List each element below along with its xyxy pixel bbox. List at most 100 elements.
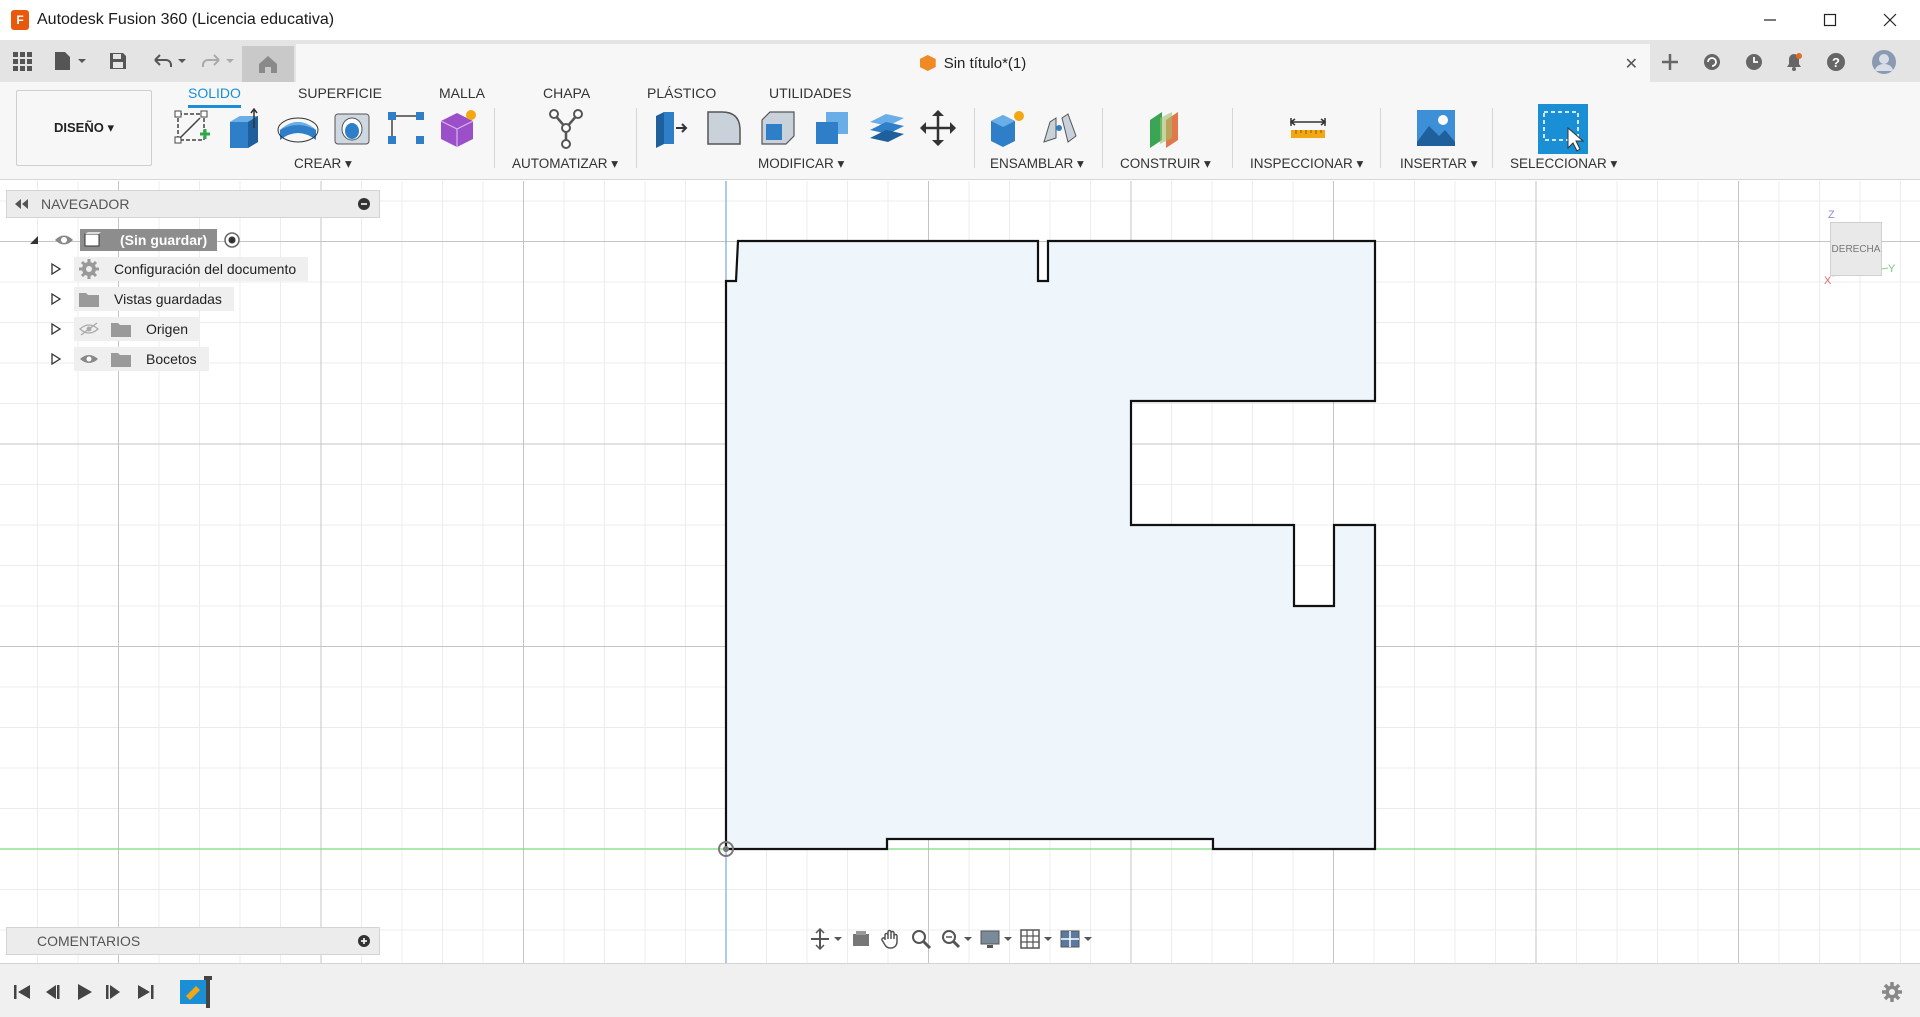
viewcube-face-right[interactable]: DERECHA xyxy=(1830,222,1882,276)
go-to-end-button[interactable] xyxy=(134,980,158,1004)
gear-icon xyxy=(79,259,99,279)
save-button[interactable] xyxy=(106,48,130,74)
zoom-window-button[interactable] xyxy=(940,927,972,951)
hidden-eye-icon[interactable] xyxy=(78,322,100,336)
expand-triangle-icon[interactable] xyxy=(50,353,62,365)
group-crear-menu[interactable]: CREAR ▾ xyxy=(294,156,352,172)
close-document-button[interactable]: ✕ xyxy=(1625,54,1638,74)
document-tab[interactable]: Sin título*(1) ✕ xyxy=(296,44,1650,82)
root-component-chip[interactable]: (Sin guardar) xyxy=(80,229,218,251)
hole-button[interactable] xyxy=(330,106,374,150)
data-panel-button[interactable] xyxy=(10,48,34,74)
combine-button[interactable] xyxy=(810,106,854,150)
minimize-navigator-icon[interactable] xyxy=(357,197,371,211)
job-status-button[interactable] xyxy=(1740,48,1768,76)
file-menu-button[interactable] xyxy=(50,48,90,74)
joint-icon xyxy=(1043,113,1077,143)
shell-button[interactable] xyxy=(756,106,800,150)
tab-chapa[interactable]: CHAPA xyxy=(543,85,590,105)
pattern-button[interactable] xyxy=(384,106,428,150)
user-avatar-button[interactable] xyxy=(1870,48,1898,76)
avatar-icon xyxy=(1872,50,1896,74)
timeline-sketch-feature[interactable] xyxy=(178,976,214,1008)
visibility-eye-icon[interactable] xyxy=(78,352,100,366)
zoom-window-icon xyxy=(942,930,972,949)
navigator-item-configuracion[interactable]: Configuración del documento xyxy=(50,257,309,281)
select-button[interactable] xyxy=(1538,104,1588,154)
navigator-root-row[interactable]: (Sin guardar) xyxy=(28,228,241,252)
group-ensamblar-menu[interactable]: ENSAMBLAR ▾ xyxy=(990,156,1084,172)
component-box-icon xyxy=(84,232,101,247)
navigator-item-bocetos[interactable]: Bocetos xyxy=(50,347,209,371)
group-construir-menu[interactable]: CONSTRUIR ▾ xyxy=(1120,156,1211,172)
move-copy-button[interactable] xyxy=(916,106,960,150)
sketch-profile[interactable] xyxy=(724,239,1377,851)
workspace-switcher-button[interactable]: DISEÑO ▾ xyxy=(16,90,152,166)
expand-triangle-icon[interactable] xyxy=(50,263,62,275)
tab-solido[interactable]: SOLIDO xyxy=(188,85,241,108)
help-icon: ? xyxy=(1827,53,1845,71)
play-button[interactable] xyxy=(72,980,96,1004)
measure-button[interactable] xyxy=(1286,106,1330,150)
tab-superficie[interactable]: SUPERFICIE xyxy=(298,85,382,105)
offset-face-button[interactable] xyxy=(864,106,908,150)
orbit-button[interactable] xyxy=(810,927,842,951)
joint-button[interactable] xyxy=(1038,106,1082,150)
origin-dot xyxy=(723,846,729,852)
expand-comments-icon[interactable] xyxy=(357,934,371,948)
expand-triangle-icon[interactable] xyxy=(50,293,62,305)
grid-and-sketch xyxy=(0,181,1920,963)
offset-plane-button[interactable] xyxy=(1144,106,1188,150)
go-to-start-button[interactable] xyxy=(10,980,34,1004)
step-back-button[interactable] xyxy=(40,980,64,1004)
tab-utilidades[interactable]: UTILIDADES xyxy=(769,85,851,105)
navigator-item-origen[interactable]: Origen xyxy=(50,317,201,341)
navigator-item-vistas[interactable]: Vistas guardadas xyxy=(50,287,234,311)
tab-malla[interactable]: MALLA xyxy=(439,85,485,105)
axis-x-label: X xyxy=(1824,275,1832,287)
press-pull-button[interactable] xyxy=(648,106,692,150)
group-insertar-menu[interactable]: INSERTAR ▾ xyxy=(1400,156,1478,172)
home-tab[interactable] xyxy=(242,46,294,82)
orbit-icon xyxy=(811,928,842,950)
close-window-button[interactable] xyxy=(1860,0,1920,40)
expand-triangle-icon[interactable] xyxy=(50,323,62,335)
undo-button[interactable] xyxy=(148,48,188,74)
tab-plastico[interactable]: PLÁSTICO xyxy=(647,85,716,105)
zoom-button[interactable] xyxy=(910,927,932,951)
viewports-button[interactable] xyxy=(1060,927,1092,951)
extrude-button[interactable] xyxy=(222,106,266,150)
activate-radio-icon[interactable] xyxy=(223,231,241,249)
automate-button[interactable] xyxy=(544,106,588,150)
redo-button[interactable] xyxy=(196,48,236,74)
revolve-button[interactable] xyxy=(276,106,320,150)
visibility-eye-icon[interactable] xyxy=(54,233,74,247)
display-settings-button[interactable] xyxy=(980,927,1012,951)
create-sketch-button[interactable] xyxy=(170,106,214,150)
help-button[interactable]: ? xyxy=(1822,48,1850,76)
minimize-button[interactable] xyxy=(1740,0,1800,40)
notifications-button[interactable] xyxy=(1780,48,1808,76)
extensions-button[interactable] xyxy=(1698,48,1726,76)
design-canvas[interactable] xyxy=(0,181,1920,963)
look-at-button[interactable] xyxy=(850,927,872,951)
timeline-settings-button[interactable] xyxy=(1880,980,1904,1004)
group-automatizar-menu[interactable]: AUTOMATIZAR ▾ xyxy=(512,156,618,172)
new-tab-button[interactable] xyxy=(1656,48,1684,76)
group-seleccionar-menu[interactable]: SELECCIONAR ▾ xyxy=(1510,156,1617,172)
gear-icon xyxy=(1882,982,1902,1002)
folder-icon xyxy=(111,323,131,337)
maximize-button[interactable] xyxy=(1800,0,1860,40)
collapse-triangle-icon[interactable] xyxy=(28,234,40,246)
bell-icon xyxy=(1787,53,1802,71)
group-inspeccionar-menu[interactable]: INSPECCIONAR ▾ xyxy=(1250,156,1363,172)
group-modificar-menu[interactable]: MODIFICAR ▾ xyxy=(758,156,844,172)
grid-settings-button[interactable] xyxy=(1020,927,1052,951)
new-component-button[interactable] xyxy=(984,106,1028,150)
pan-button[interactable] xyxy=(880,927,902,951)
collapse-navigator-icon[interactable] xyxy=(13,198,29,210)
create-form-button[interactable] xyxy=(436,106,480,150)
insert-image-button[interactable] xyxy=(1414,106,1458,150)
fillet-button[interactable] xyxy=(702,106,746,150)
step-forward-button[interactable] xyxy=(102,980,126,1004)
